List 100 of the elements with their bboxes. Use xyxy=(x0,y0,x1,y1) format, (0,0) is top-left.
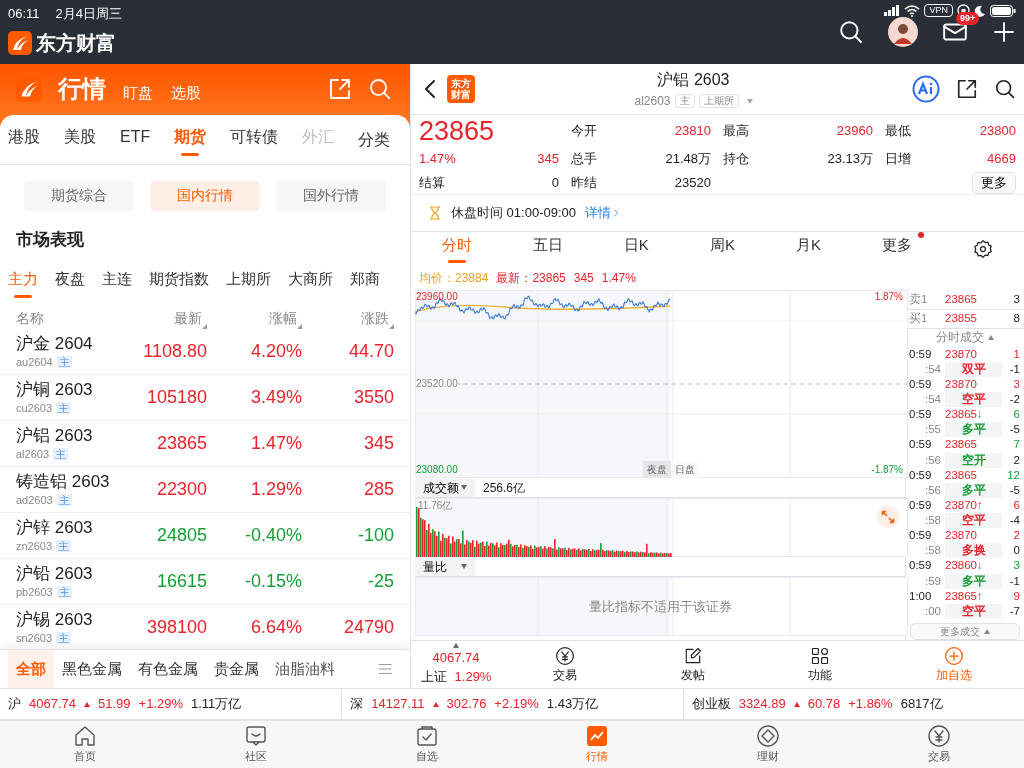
collapse-caret-icon[interactable] xyxy=(988,335,994,341)
market-tab[interactable]: 可转债 xyxy=(230,114,279,164)
trade-price: 23865 xyxy=(945,437,977,453)
order-price: 23865 xyxy=(945,291,978,307)
stat-label: 今开 xyxy=(571,122,597,141)
exchange-tab[interactable]: 上期所 xyxy=(226,260,271,306)
index-name: 上证 xyxy=(420,668,447,686)
chart-tab[interactable]: 周K xyxy=(709,229,735,268)
share-icon[interactable] xyxy=(956,78,978,100)
direction-arrow: ↓ xyxy=(977,407,983,423)
main-contract-tag: 主 xyxy=(56,493,72,506)
trade-type: 双平 xyxy=(945,361,1002,377)
status-time: 06:11 xyxy=(8,5,40,23)
contract-code: zn2603 xyxy=(16,538,53,554)
change-amount: -25 xyxy=(367,570,394,594)
trade-quantity: 3 xyxy=(1012,376,1021,392)
current-price: 23865 xyxy=(419,116,496,146)
chart-tab[interactable]: 日K xyxy=(623,229,649,268)
stat-value: 23.13万 xyxy=(827,150,873,169)
category-filter[interactable]: 贵金属 xyxy=(206,650,267,688)
exchange-tab[interactable]: 主连 xyxy=(102,260,132,306)
search-icon[interactable] xyxy=(994,78,1016,100)
net-position-change: 2 xyxy=(1012,452,1021,468)
session-toggle[interactable]: 日盘 xyxy=(671,461,699,478)
trade-type: 空平 xyxy=(945,513,1002,529)
segment-button[interactable]: 期货综合 xyxy=(24,180,134,211)
category-tab[interactable]: 分类 xyxy=(358,118,395,161)
change-percent: -0.15% xyxy=(243,570,302,594)
trade-type: 多换 xyxy=(945,543,1002,559)
chevron-icon xyxy=(611,208,621,218)
index-value: 14127.11 xyxy=(371,695,425,714)
trade-type: 空开 xyxy=(945,452,1002,468)
volume-total: 256.6亿 xyxy=(483,479,526,497)
change-amount: 345 xyxy=(537,150,559,169)
expand-icon[interactable] xyxy=(877,506,899,528)
chart-tab[interactable]: 更多 xyxy=(882,229,913,268)
trade-price: 23860 xyxy=(945,558,977,574)
indicator-selector[interactable]: 量比 xyxy=(415,557,475,576)
sort-icon[interactable] xyxy=(202,324,207,330)
market-tab[interactable]: 美股 xyxy=(64,114,96,164)
nav-tab[interactable]: 自选 xyxy=(341,721,512,768)
up-arrow-icon xyxy=(432,701,439,707)
exchange-tab[interactable]: 郑商 xyxy=(350,260,380,306)
action-button[interactable]: 交易 xyxy=(501,644,629,685)
main-contract-tag: 主 xyxy=(53,447,69,460)
contract-name: 沪金 2604 xyxy=(16,333,94,354)
action-button[interactable]: 发帖 xyxy=(628,644,757,685)
avatar-icon[interactable] xyxy=(888,17,918,47)
trade-type: 空平 xyxy=(945,392,1002,408)
order-level: 卖1 xyxy=(909,291,929,307)
trade-time: 0:59 xyxy=(909,376,933,392)
market-break-notice: 休盘时间 01:00-09:00 xyxy=(451,204,576,223)
category-filter[interactable]: 油脂油料 xyxy=(267,650,343,688)
sort-icon[interactable] xyxy=(297,324,302,330)
index-change-percent: +1.86% xyxy=(848,695,893,714)
ai-assistant-icon[interactable] xyxy=(912,75,940,103)
category-filter[interactable]: 有色金属 xyxy=(130,650,206,688)
category-filter[interactable]: 黑色金属 xyxy=(54,650,130,688)
chart-tab[interactable]: 月K xyxy=(796,229,822,268)
trades-title: 分时成交 xyxy=(936,330,984,346)
nav-tab[interactable]: 首页 xyxy=(0,721,171,768)
stat-label: 日增 xyxy=(885,150,911,169)
action-button[interactable]: 功能 xyxy=(756,644,885,685)
stat-value: 23800 xyxy=(979,122,1016,141)
trade-time: 0:59 xyxy=(909,497,933,513)
more-trades-button[interactable]: 更多成交 xyxy=(910,622,1020,640)
trade-seconds: :55 xyxy=(924,422,942,438)
chart-tab[interactable]: 五日 xyxy=(532,229,563,268)
exchange-tab[interactable]: 期货指数 xyxy=(149,260,209,306)
net-position-change: -2 xyxy=(1008,392,1021,408)
main-contract-tag: 主 xyxy=(56,585,72,598)
trade-price: 23865 xyxy=(945,588,977,604)
session-toggle[interactable]: 夜盘 xyxy=(643,461,671,478)
indicator-selector[interactable]: 成交额 xyxy=(415,478,475,497)
stat-label: 昨结 xyxy=(571,174,597,193)
search-icon[interactable] xyxy=(838,19,864,45)
exchange-tab[interactable]: 大商所 xyxy=(288,260,333,306)
segment-button[interactable]: 国外行情 xyxy=(276,180,386,211)
nav-tab[interactable]: 交易 xyxy=(853,721,1024,768)
yen-icon xyxy=(926,724,951,749)
trade-seconds: :54 xyxy=(924,361,942,377)
add-icon[interactable] xyxy=(992,20,1016,44)
index-change: 51.99 xyxy=(98,695,131,714)
index-name: 创业板 xyxy=(691,695,731,714)
sort-icon[interactable] xyxy=(389,324,394,330)
nav-tab[interactable]: 理财 xyxy=(682,721,854,768)
trade-seconds: :58 xyxy=(924,543,942,559)
last-price: 1108.80 xyxy=(142,340,207,364)
stat-value: 4669 xyxy=(987,150,1016,169)
market-tab[interactable]: ETF xyxy=(120,114,151,164)
nav-tab[interactable]: 社区 xyxy=(170,721,342,768)
price-axis-label: 23960.00 xyxy=(416,291,458,303)
settings-icon[interactable] xyxy=(973,238,994,259)
market-tab[interactable]: 港股 xyxy=(8,114,40,164)
more-button[interactable]: 更多 xyxy=(972,172,1016,194)
trade-time: 0:59 xyxy=(909,558,933,574)
change-amount: 345 xyxy=(573,269,594,287)
details-link[interactable]: 详情 xyxy=(584,202,622,224)
exchange-tab[interactable]: 夜盘 xyxy=(55,260,85,306)
change-percent: 6.64% xyxy=(249,616,302,640)
